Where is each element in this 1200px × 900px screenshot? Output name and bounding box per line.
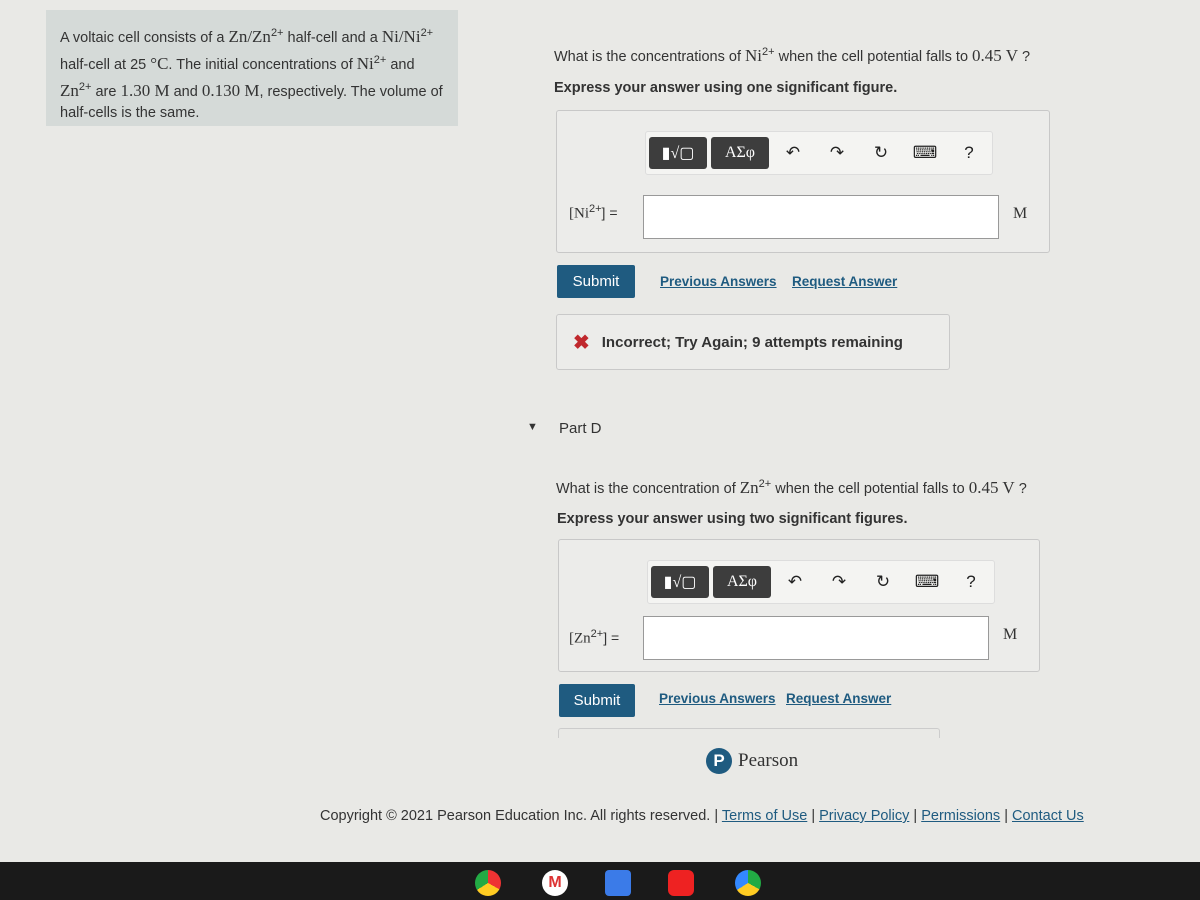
part-d-request-answer-link[interactable]: Request Answer: [786, 691, 891, 706]
text: What is the concentration of: [556, 481, 740, 497]
zn-concentration-input[interactable]: [643, 616, 989, 660]
play-store-icon[interactable]: [735, 870, 761, 896]
unit-label: M: [1013, 205, 1028, 222]
text: and: [386, 56, 415, 73]
part-c-request-answer-link[interactable]: Request Answer: [792, 274, 897, 289]
part-d-question: What is the concentration of Zn2+ when t…: [556, 478, 1027, 498]
ion: Ni: [745, 46, 763, 65]
label-equals: ] =: [601, 204, 618, 221]
part-c-instruction: Express your answer using one significan…: [554, 80, 898, 96]
charge: 2+: [373, 53, 387, 66]
pearson-p-icon: P: [706, 748, 732, 774]
charge: 2+: [758, 478, 772, 491]
text: ?: [1018, 49, 1031, 65]
math-toolbar: ▮√▢ ΑΣφ ↶ ↷ ↻ ⌨ ?: [647, 560, 995, 604]
text: A voltaic cell consists of a: [60, 29, 229, 46]
part-d-title[interactable]: Part D: [559, 420, 602, 437]
help-button[interactable]: ?: [951, 572, 991, 592]
templates-button[interactable]: ▮√▢: [649, 137, 707, 169]
voltage: 0.45 V: [972, 46, 1019, 65]
keyboard-icon[interactable]: ⌨: [905, 143, 945, 163]
ni-concentration-input[interactable]: [643, 195, 999, 239]
part-c-previous-answers-link[interactable]: Previous Answers: [660, 274, 777, 289]
label-ion: [Ni: [569, 205, 589, 222]
feedback-message: ✖ Incorrect; Try Again; 9 attempts remai…: [556, 314, 950, 370]
keyboard-icon[interactable]: ⌨: [907, 572, 947, 592]
text: What is the concentrations of: [554, 49, 746, 65]
part-c-submit-button[interactable]: Submit: [557, 265, 635, 298]
contact-link[interactable]: Contact Us: [1012, 808, 1084, 824]
undo-icon[interactable]: ↶: [773, 143, 813, 163]
text: ?: [1014, 481, 1027, 497]
fraction-root-icon: ▮√▢: [663, 574, 697, 591]
text: half-cell and a: [283, 29, 382, 46]
text: when the cell potential falls to: [771, 481, 969, 497]
incorrect-x-icon: ✖: [573, 331, 590, 354]
youtube-icon[interactable]: [668, 870, 694, 896]
collapse-triangle-icon[interactable]: ▼: [527, 421, 538, 433]
label-ion: [Zn: [569, 630, 591, 647]
voltage: 0.45 V: [968, 478, 1015, 497]
templates-button[interactable]: ▮√▢: [651, 566, 709, 598]
footer-links: Copyright © 2021 Pearson Education Inc. …: [320, 808, 1084, 824]
ni: Ni: [356, 53, 374, 73]
part-d-previous-answers-link[interactable]: Previous Answers: [659, 691, 776, 706]
zn: Zn: [60, 80, 79, 100]
part-d-submit-button[interactable]: Submit: [559, 684, 635, 717]
zn-couple: Zn/Zn: [228, 26, 271, 46]
charge: 2+: [590, 628, 604, 640]
problem-statement: A voltaic cell consists of a Zn/Zn2+ hal…: [46, 10, 458, 126]
part-d-answer-box: ▮√▢ ΑΣφ ↶ ↷ ↻ ⌨ ? [Zn2+] = M: [558, 539, 1040, 672]
redo-icon[interactable]: ↷: [819, 572, 859, 592]
pearson-brand: Pearson: [738, 750, 799, 771]
part-d-instruction: Express your answer using two significan…: [557, 511, 908, 527]
text: . The initial concentrations of: [168, 56, 357, 73]
reset-icon[interactable]: ↻: [863, 572, 903, 592]
taskbar: M: [0, 862, 1200, 900]
text: are: [91, 83, 121, 100]
unit-label: M: [1003, 626, 1018, 643]
zn-concentration: 0.130 M: [201, 80, 260, 100]
greek-symbols-button[interactable]: ΑΣφ: [711, 137, 769, 169]
charge: 2+: [762, 46, 775, 59]
redo-icon[interactable]: ↷: [817, 143, 857, 163]
answer-label: [Zn2+] =: [569, 628, 619, 648]
pearson-logo: P Pearson: [706, 748, 798, 774]
part-c-question: What is the concentrations of Ni2+ when …: [554, 46, 1030, 66]
fraction-root-icon: ▮√▢: [661, 145, 695, 162]
part-c-answer-box: ▮√▢ ΑΣφ ↶ ↷ ↻ ⌨ ? [Ni2+] = M: [556, 110, 1050, 253]
charge: 2+: [270, 27, 284, 39]
feedback-text: Incorrect; Try Again; 9 attempts remaini…: [601, 333, 903, 351]
chrome-icon[interactable]: [475, 870, 501, 896]
temperature-unit: °C: [150, 53, 169, 73]
terms-link[interactable]: Terms of Use: [722, 808, 807, 824]
label-equals: ] =: [603, 629, 620, 646]
undo-icon[interactable]: ↶: [775, 572, 815, 592]
text: when the cell potential falls to: [774, 49, 973, 65]
ion: Zn: [739, 478, 759, 497]
answer-label: [Ni2+] =: [569, 203, 618, 223]
charge: 2+: [589, 203, 602, 215]
feedback-placeholder: [558, 728, 940, 738]
docs-icon[interactable]: [605, 870, 631, 896]
ni-couple: Ni/Ni: [381, 26, 421, 46]
privacy-link[interactable]: Privacy Policy: [819, 808, 909, 824]
text: half-cell at 25: [60, 56, 151, 73]
charge: 2+: [78, 80, 92, 93]
greek-symbols-button[interactable]: ΑΣφ: [713, 566, 771, 598]
gmail-icon[interactable]: M: [542, 870, 568, 896]
help-button[interactable]: ?: [949, 143, 989, 163]
text: and: [169, 83, 202, 100]
permissions-link[interactable]: Permissions: [921, 808, 1000, 824]
copyright: Copyright © 2021 Pearson Education Inc. …: [320, 808, 711, 824]
math-toolbar: ▮√▢ ΑΣφ ↶ ↷ ↻ ⌨ ?: [645, 131, 993, 175]
charge: 2+: [420, 27, 434, 39]
ni-concentration: 1.30 M: [120, 80, 170, 100]
reset-icon[interactable]: ↻: [861, 143, 901, 163]
